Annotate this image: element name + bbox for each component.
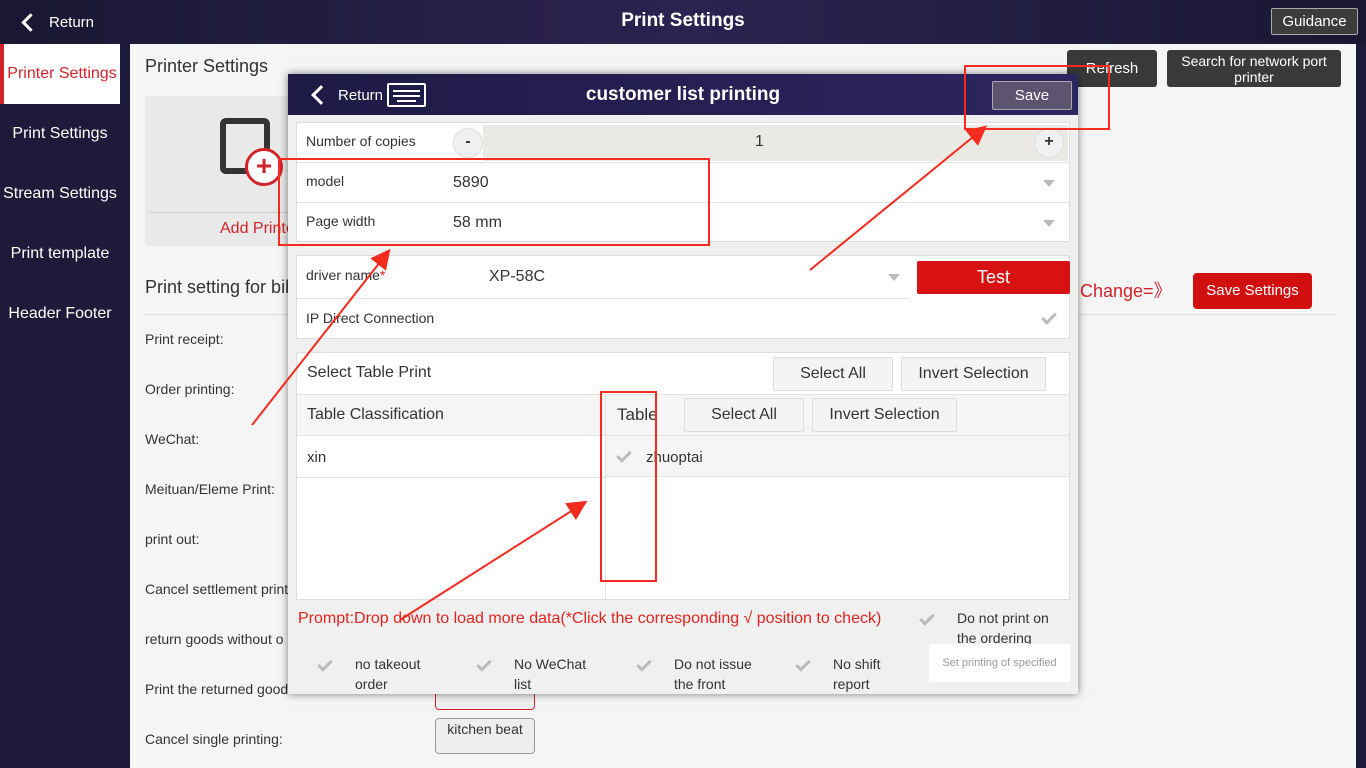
annotation-arrows bbox=[251, 125, 988, 621]
